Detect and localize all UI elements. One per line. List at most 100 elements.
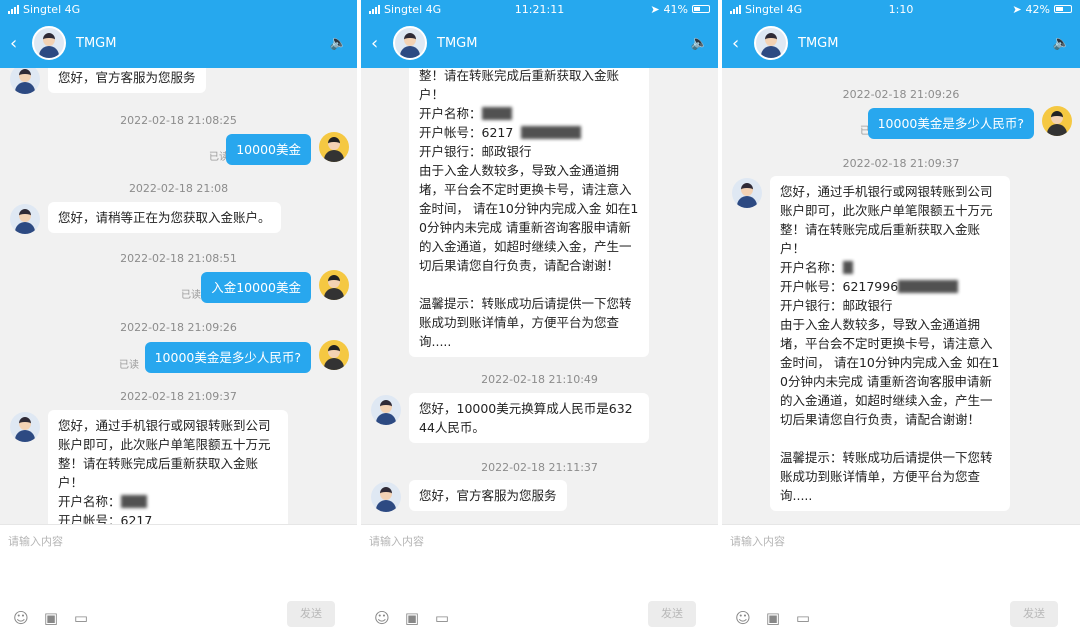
account-name-label: 开户名称： bbox=[58, 494, 121, 509]
send-button[interactable]: 发送 bbox=[287, 601, 335, 627]
user-avatar bbox=[319, 132, 349, 162]
input-toolbar: ☺ ▣ ▭ bbox=[373, 609, 451, 627]
signal-icon bbox=[369, 4, 380, 14]
message-bubble: 10000美金 bbox=[226, 134, 311, 165]
message-input[interactable]: 请输入内容 bbox=[369, 533, 424, 549]
bank-line: 开户银行：邮政银行 bbox=[780, 298, 893, 313]
account-name-line: 开户名称： bbox=[780, 258, 1000, 277]
chat-header: ‹ TMGM 🔈 bbox=[722, 18, 1080, 68]
chat-screen-2: Singtel 4G 11:21:11 ➤ 41% ‹ TMGM 🔈 整！请在转… bbox=[361, 0, 718, 638]
message-input[interactable]: 请输入内容 bbox=[730, 533, 785, 549]
chat-header: ‹ TMGM 🔈 bbox=[0, 18, 357, 68]
chat-screen-3: Singtel 4G 1:10 ➤ 42% ‹ TMGM 🔈 2022-02-1… bbox=[722, 0, 1080, 638]
back-arrow-icon[interactable]: ‹ bbox=[10, 33, 32, 54]
message-list[interactable]: 整！请在转账完成后重新获取入金账户！ 开户名称： 开户帐号：6217 开户银行：… bbox=[361, 68, 718, 524]
timestamp: 2022-02-18 21:08:51 bbox=[120, 252, 237, 265]
tip-text: 温馨提示：转账成功后请提供一下您转账成功到账详情单，方便平台为您查询..... bbox=[780, 450, 993, 503]
agent-avatar bbox=[32, 26, 66, 60]
battery-icon bbox=[692, 5, 710, 13]
read-receipt: 已读 bbox=[119, 360, 139, 371]
redaction-mask bbox=[120, 495, 147, 508]
message-bubble: 您好，10000美元换算成人民币是63244人民币。 bbox=[409, 393, 649, 443]
redaction-mask bbox=[842, 261, 853, 274]
message-list[interactable]: 2022-02-18 21:09:26 已读 10000美金是多少人民币? 20… bbox=[722, 68, 1080, 524]
chat-header: ‹ TMGM 🔈 bbox=[361, 18, 718, 68]
send-button[interactable]: 发送 bbox=[648, 601, 696, 627]
account-number-line: 开户帐号：6217 bbox=[419, 123, 639, 142]
message-text: 由于入金人数较多，导致入金通道拥堵，平台会不定时更换卡号，请注意入金时间， 请在… bbox=[780, 317, 1000, 427]
timestamp: 2022-02-18 21:09:37 bbox=[120, 390, 237, 403]
message-bubble: 您好，官方客服为您服务 bbox=[48, 68, 206, 93]
message-list[interactable]: 您好，官方客服为您服务 2022-02-18 21:08:25 已读 10000… bbox=[0, 68, 357, 524]
file-icon[interactable]: ▭ bbox=[72, 609, 90, 627]
chat-title: TMGM bbox=[437, 35, 478, 51]
image-icon[interactable]: ▣ bbox=[42, 609, 60, 627]
message-bubble: 10000美金是多少人民币? bbox=[144, 342, 311, 373]
status-right: ➤ 41% bbox=[650, 3, 710, 16]
emoji-icon[interactable]: ☺ bbox=[734, 609, 752, 627]
message-bubble: 整！请在转账完成后重新获取入金账户！ 开户名称： 开户帐号：6217 开户银行：… bbox=[409, 68, 649, 357]
input-bar: 请输入内容 ☺ ▣ ▭ 发送 bbox=[361, 524, 718, 638]
emoji-icon[interactable]: ☺ bbox=[373, 609, 391, 627]
user-avatar bbox=[1042, 106, 1072, 136]
send-button[interactable]: 发送 bbox=[1010, 601, 1058, 627]
status-bar: Singtel 4G bbox=[0, 0, 357, 18]
agent-avatar bbox=[732, 178, 762, 208]
timestamp: 2022-02-18 21:09:26 bbox=[120, 321, 237, 334]
redaction-mask bbox=[521, 126, 582, 139]
speaker-icon[interactable]: 🔈 bbox=[330, 35, 347, 51]
battery-icon bbox=[1054, 5, 1072, 13]
message-bubble: 您好，通过手机银行或网银转账到公司账户即可，此次账户单笔限额五十万元整！请在转账… bbox=[770, 176, 1010, 511]
chat-title: TMGM bbox=[76, 35, 117, 51]
agent-avatar bbox=[10, 68, 40, 94]
carrier-label: Singtel 4G bbox=[745, 2, 803, 16]
agent-avatar bbox=[754, 26, 788, 60]
account-number-label: 开户帐号：6217 bbox=[58, 513, 153, 524]
chat-title: TMGM bbox=[798, 35, 839, 51]
input-bar: 请输入内容 ☺ ▣ ▭ 发送 bbox=[0, 524, 357, 638]
account-name-line: 开户名称： bbox=[419, 104, 639, 123]
file-icon[interactable]: ▭ bbox=[433, 609, 451, 627]
speaker-icon[interactable]: 🔈 bbox=[691, 35, 708, 51]
message-bubble: 您好，通过手机银行或网银转账到公司账户即可，此次账户单笔限额五十万元整！请在转账… bbox=[48, 410, 288, 524]
chat-screen-1: Singtel 4G ‹ TMGM 🔈 您好，官方客服为您服务 2022-02-… bbox=[0, 0, 357, 638]
bank-line: 开户银行：邮政银行 bbox=[419, 144, 532, 159]
back-arrow-icon[interactable]: ‹ bbox=[732, 33, 754, 54]
input-bar: 请输入内容 ☺ ▣ ▭ 发送 bbox=[722, 524, 1080, 638]
agent-avatar bbox=[10, 412, 40, 442]
carrier-label: Singtel 4G bbox=[384, 2, 442, 16]
emoji-icon[interactable]: ☺ bbox=[12, 609, 30, 627]
account-name-label: 开户名称： bbox=[419, 106, 482, 121]
message-bubble: 10000美金是多少人民币? bbox=[867, 108, 1034, 139]
user-avatar bbox=[319, 270, 349, 300]
file-icon[interactable]: ▭ bbox=[794, 609, 812, 627]
message-bubble: 您好，请稍等正在为您获取入金账户。 bbox=[48, 202, 281, 233]
account-number-line: 开户帐号：6217 bbox=[58, 511, 278, 524]
message-bubble: 您好，官方客服为您服务 bbox=[409, 480, 567, 511]
account-number-label: 开户帐号：6217996 bbox=[780, 279, 899, 294]
agent-avatar bbox=[393, 26, 427, 60]
account-number-label: 开户帐号：6217 bbox=[419, 125, 514, 140]
location-icon: ➤ bbox=[650, 2, 660, 16]
input-toolbar: ☺ ▣ ▭ bbox=[12, 609, 90, 627]
message-text: 您好，通过手机银行或网银转账到公司账户即可，此次账户单笔限额五十万元整！请在转账… bbox=[780, 184, 993, 256]
agent-avatar bbox=[371, 482, 401, 512]
timestamp: 2022-02-18 21:08:25 bbox=[120, 114, 237, 127]
agent-avatar bbox=[10, 204, 40, 234]
image-icon[interactable]: ▣ bbox=[403, 609, 421, 627]
battery-percent: 42% bbox=[1025, 2, 1050, 16]
screenshot-collage: Singtel 4G ‹ TMGM 🔈 您好，官方客服为您服务 2022-02-… bbox=[0, 0, 1080, 638]
timestamp: 2022-02-18 21:09:26 bbox=[842, 88, 960, 101]
account-name-label: 开户名称： bbox=[780, 260, 843, 275]
signal-icon bbox=[730, 4, 741, 14]
speaker-icon[interactable]: 🔈 bbox=[1053, 35, 1070, 51]
message-text: 由于入金人数较多，导致入金通道拥堵，平台会不定时更换卡号，请注意入金时间， 请在… bbox=[419, 163, 639, 273]
user-avatar bbox=[319, 340, 349, 370]
input-toolbar: ☺ ▣ ▭ bbox=[734, 609, 812, 627]
read-receipt: 已读 bbox=[181, 290, 201, 301]
message-text: 整！请在转账完成后重新获取入金账户！ bbox=[419, 68, 620, 102]
image-icon[interactable]: ▣ bbox=[764, 609, 782, 627]
message-input[interactable]: 请输入内容 bbox=[8, 533, 63, 549]
back-arrow-icon[interactable]: ‹ bbox=[371, 33, 393, 54]
message-text: 您好，通过手机银行或网银转账到公司账户即可，此次账户单笔限额五十万元整！请在转账… bbox=[58, 418, 271, 490]
